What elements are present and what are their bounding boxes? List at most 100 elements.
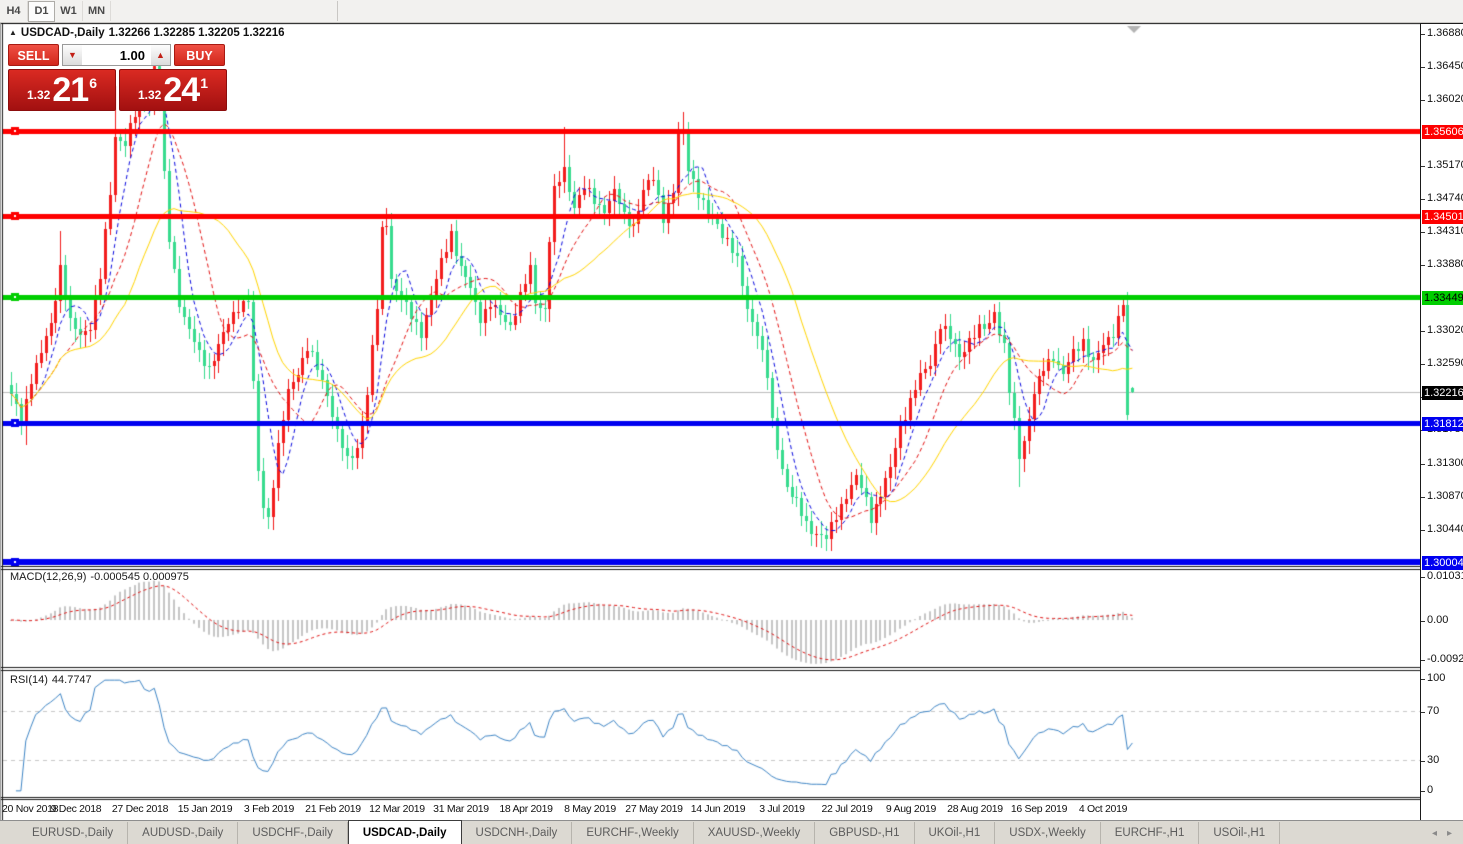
date-tick-label: 31 Mar 2019 xyxy=(433,803,489,815)
rsi-tick-mark xyxy=(1421,761,1425,762)
sell-price-box[interactable]: 1.32 21 6 xyxy=(8,69,116,111)
volume-decrease-icon[interactable]: ▼ xyxy=(62,44,82,66)
volume-input[interactable] xyxy=(82,44,151,66)
timeframe-toolbar: H4 D1 W1 MN xyxy=(0,0,1463,23)
chart-ohlc-quote: 1.32266 1.32285 1.32205 1.32216 xyxy=(108,27,285,39)
date-tick-label: 9 Dec 2018 xyxy=(50,803,102,815)
price-chart-canvas[interactable] xyxy=(0,23,1420,820)
price-tick-label: 1.36880 xyxy=(1427,27,1463,39)
timeframe-button-h4[interactable]: H4 xyxy=(0,1,28,21)
timeframe-button-w1[interactable]: W1 xyxy=(55,1,83,21)
date-tick-label: 8 May 2019 xyxy=(564,803,616,815)
price-tick-label: 1.34740 xyxy=(1427,192,1463,204)
rsi-tick-mark xyxy=(1421,679,1425,680)
hline-price-label: 1.35606 xyxy=(1422,125,1463,139)
rsi-name: RSI(14) xyxy=(10,674,48,686)
date-tick-label: 12 Mar 2019 xyxy=(369,803,425,815)
sell-button[interactable]: SELL xyxy=(8,44,59,66)
sell-price-big: 21 xyxy=(52,71,89,109)
volume-increase-icon[interactable]: ▲ xyxy=(151,44,171,66)
tab-usdchfdaily[interactable]: USDCHF-,Daily xyxy=(238,821,348,844)
price-tick-mark xyxy=(1421,199,1425,200)
price-tick-label: 1.32590 xyxy=(1427,357,1463,369)
price-tick-label: 1.31300 xyxy=(1427,457,1463,469)
price-tick-mark xyxy=(1421,497,1425,498)
price-tick-mark xyxy=(1421,331,1425,332)
date-tick-label: 22 Jul 2019 xyxy=(821,803,873,815)
timeframe-button-d1[interactable]: D1 xyxy=(28,1,55,22)
trading-terminal-window: H4 D1 W1 MN ▲ USDCAD-,Daily 1.32266 1.32285 1… xyxy=(0,0,1463,844)
tab-eurchfweekly[interactable]: EURCHF-,Weekly xyxy=(572,821,694,844)
price-tick-mark xyxy=(1421,67,1425,68)
tab-eurusddaily[interactable]: EURUSD-,Daily xyxy=(18,821,129,844)
price-axis[interactable]: 1.36880 1.36450 1.36020 1.35170 1.34740 1.343… xyxy=(1420,23,1463,820)
price-tick-mark xyxy=(1421,34,1425,35)
hline-price-label: 1.33449 xyxy=(1422,291,1463,305)
date-tick-label: 3 Jul 2019 xyxy=(759,803,805,815)
tab-scroll-nav: ◂ ▸ xyxy=(1427,821,1457,844)
tab-usoilh1[interactable]: USOil-,H1 xyxy=(1199,821,1281,844)
tab-usdcaddaily[interactable]: USDCAD-,Daily xyxy=(347,819,462,844)
price-tick-mark xyxy=(1421,530,1425,531)
date-tick-label: 28 Aug 2019 xyxy=(947,803,1003,815)
price-tick-label: 1.30440 xyxy=(1427,523,1463,535)
sell-price-sup: 6 xyxy=(89,75,97,91)
macd-values: -0.000545 0.000975 xyxy=(90,571,189,583)
current-price-label: 1.32216 xyxy=(1422,386,1463,400)
buy-button[interactable]: BUY xyxy=(174,44,225,66)
hline-price-label: 1.30004 xyxy=(1422,556,1463,570)
date-tick-label: 27 Dec 2018 xyxy=(111,803,169,815)
price-tick-mark xyxy=(1421,265,1425,266)
macd-indicator-label: MACD(12,26,9) -0.000545 0.000975 xyxy=(10,571,193,583)
date-tick-label: 4 Oct 2019 xyxy=(1078,803,1128,815)
buy-price-prefix: 1.32 xyxy=(138,88,162,102)
price-tick-label: 1.35170 xyxy=(1427,159,1463,171)
price-tick-mark xyxy=(1421,464,1425,465)
macd-tick-label: 0.00 xyxy=(1427,614,1449,626)
tab-gbpusdh1[interactable]: GBPUSD-,H1 xyxy=(815,821,915,844)
timeframe-button-mn[interactable]: MN xyxy=(83,1,111,21)
macd-name: MACD(12,26,9) xyxy=(10,571,87,583)
tab-scroll-left-icon[interactable]: ◂ xyxy=(1427,828,1442,839)
tab-usdxweekly[interactable]: USDX-,Weekly xyxy=(995,821,1101,844)
toolbar-separator xyxy=(337,1,338,21)
rsi-tick-label: 30 xyxy=(1427,754,1440,766)
price-tick-label: 1.30870 xyxy=(1427,490,1463,502)
rsi-tick-label: 0 xyxy=(1427,784,1434,796)
price-tick-label: 1.36020 xyxy=(1427,93,1463,105)
price-tick-label: 1.33020 xyxy=(1427,324,1463,336)
date-tick-label: 27 May 2019 xyxy=(625,803,683,815)
sell-price-prefix: 1.32 xyxy=(27,88,51,102)
buy-price-box[interactable]: 1.32 24 1 xyxy=(119,69,227,111)
hline-price-label: 1.34501 xyxy=(1422,210,1463,224)
tab-eurchfh1[interactable]: EURCHF-,H1 xyxy=(1101,821,1200,844)
rsi-tick-mark xyxy=(1421,791,1425,792)
one-click-trading-panel: SELL ▼ ▲ BUY 1.32 21 6 1.32 24 1 xyxy=(8,44,227,111)
date-tick-label: 3 Feb 2019 xyxy=(243,803,295,815)
rsi-tick-label: 70 xyxy=(1427,705,1440,717)
date-tick-label: 9 Aug 2019 xyxy=(885,803,937,815)
chart-tabs: EURUSD-,Daily AUDUSD-,Daily USDCHF-,Daily U… xyxy=(0,819,1281,844)
tab-scroll-right-icon[interactable]: ▸ xyxy=(1442,828,1457,839)
rsi-tick-mark xyxy=(1421,712,1425,713)
tab-audusddaily[interactable]: AUDUSD-,Daily xyxy=(128,821,239,844)
date-tick-label: 18 Apr 2019 xyxy=(499,803,553,815)
rsi-indicator-label: RSI(14) 44.7747 xyxy=(10,674,96,686)
macd-tick-label: 0.010311 xyxy=(1427,570,1463,582)
date-tick-label: 16 Sep 2019 xyxy=(1010,803,1068,815)
chart-tab-bar: EURUSD-,Daily AUDUSD-,Daily USDCHF-,Daily U… xyxy=(0,819,1463,844)
macd-tick-mark xyxy=(1421,577,1425,578)
macd-tick-mark xyxy=(1421,660,1425,661)
price-tick-mark xyxy=(1421,100,1425,101)
rsi-value: 44.7747 xyxy=(51,674,92,686)
collapse-triangle-icon[interactable]: ▲ xyxy=(9,28,17,37)
rsi-tick-label: 100 xyxy=(1427,672,1446,684)
tab-ukoilh1[interactable]: UKOil-,H1 xyxy=(915,821,996,844)
date-tick-label: 15 Jan 2019 xyxy=(177,803,233,815)
price-tick-mark xyxy=(1421,166,1425,167)
chart-symbol-title: USDCAD-,Daily xyxy=(20,27,105,39)
tab-xauusdweekly[interactable]: XAUUSD-,Weekly xyxy=(694,821,816,844)
macd-tick-label: -0.009203 xyxy=(1427,653,1463,665)
tab-usdcnhdaily[interactable]: USDCNH-,Daily xyxy=(462,821,573,844)
price-tick-mark xyxy=(1421,232,1425,233)
